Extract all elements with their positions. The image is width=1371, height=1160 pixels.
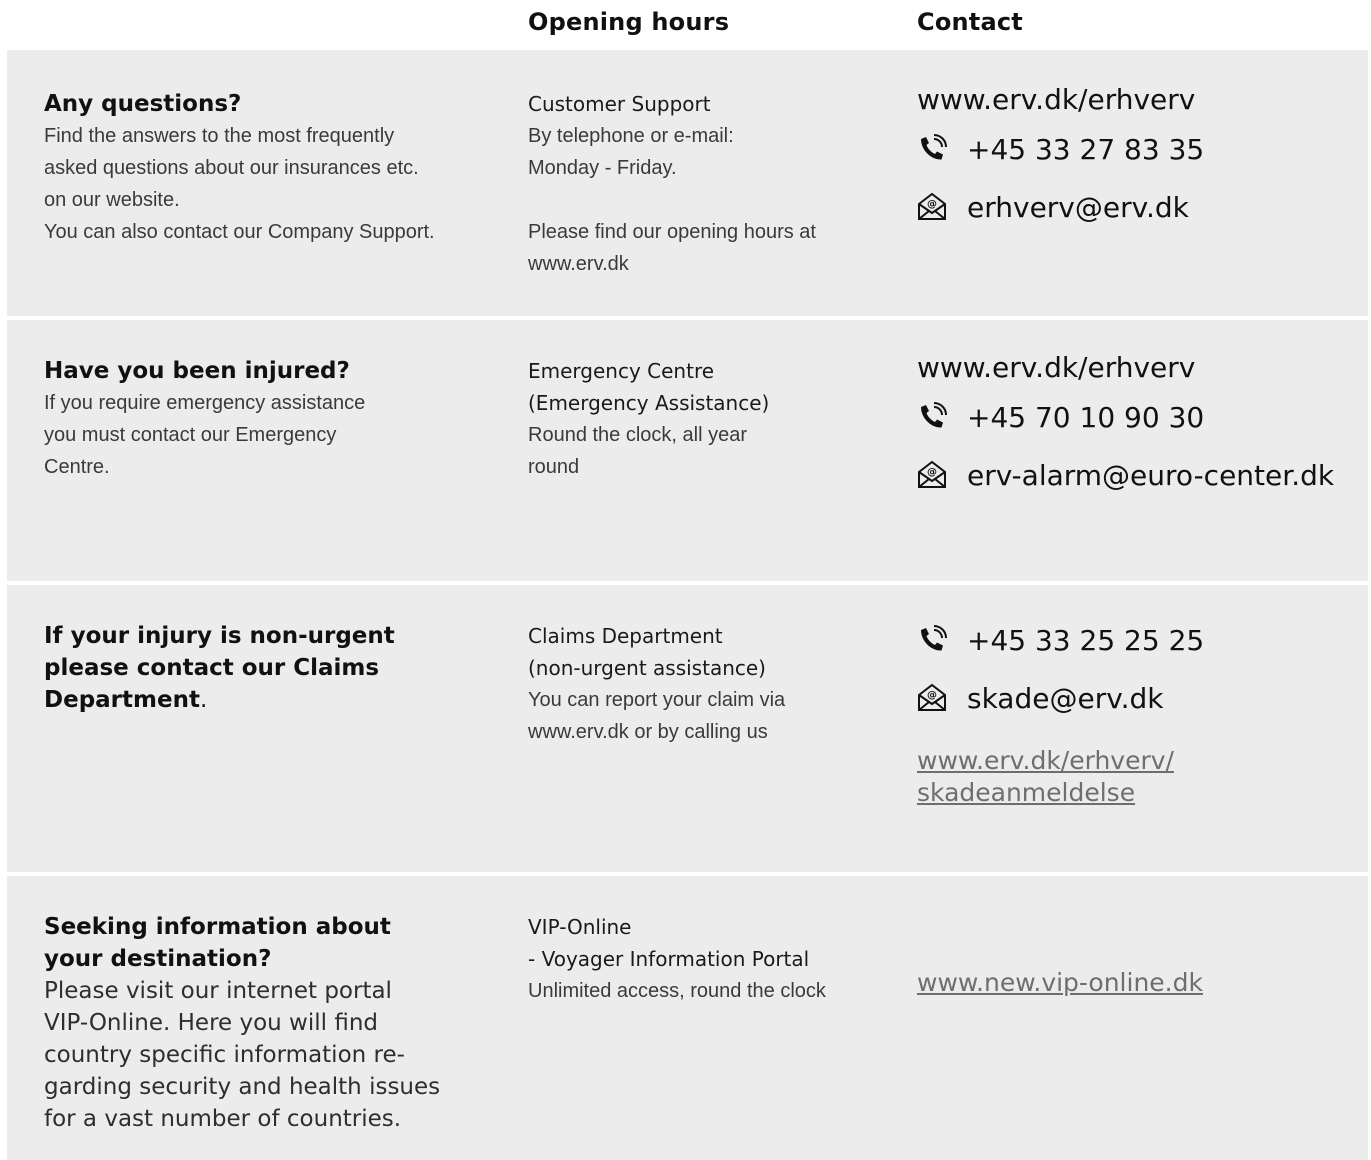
phone-row[interactable]: +45 70 10 90 30 bbox=[917, 388, 1367, 446]
hours-detail: Monday - Friday. bbox=[528, 157, 677, 179]
email-envelope-icon: @ bbox=[917, 460, 967, 490]
question-column: Seeking information about your destinati… bbox=[44, 911, 484, 1135]
description-line: Please visit our internet portal bbox=[44, 978, 392, 1004]
contact-column: +45 33 25 25 25 @ skade@erv.dk www.erv.d… bbox=[917, 611, 1367, 809]
email-address: skade@erv.dk bbox=[967, 681, 1164, 715]
website-text: www.erv.dk/erhverv bbox=[917, 83, 1196, 116]
hours-detail: Please find our opening hours at bbox=[528, 221, 816, 243]
contact-heading: Contact bbox=[917, 8, 1023, 36]
section-description: If you require emergency assistance you … bbox=[44, 387, 484, 483]
section-any-questions: Any questions? Find the answers to the m… bbox=[7, 50, 1368, 316]
svg-text:@: @ bbox=[927, 199, 937, 210]
question-column: If your injury is non-urgent please cont… bbox=[44, 620, 484, 716]
contact-column: www.new.vip-online.dk bbox=[917, 967, 1367, 999]
hours-detail: You can report your claim via bbox=[528, 689, 786, 711]
section-title: Seeking information about your destinati… bbox=[44, 911, 484, 975]
phone-icon bbox=[917, 402, 967, 432]
description-line: If you require emergency assistance bbox=[44, 392, 366, 414]
hours-detail: By telephone or e-mail: bbox=[528, 125, 734, 147]
section-title: If your injury is non-urgent please cont… bbox=[44, 620, 484, 716]
email-address: erv-alarm@euro-center.dk bbox=[967, 458, 1335, 492]
description-line: Centre. bbox=[44, 456, 110, 478]
description-line: for a vast number of countries. bbox=[44, 1106, 402, 1132]
phone-icon bbox=[917, 625, 967, 655]
department-name: (Emergency Assistance) bbox=[528, 391, 770, 415]
description-line: you must contact our Emergency bbox=[44, 424, 337, 446]
link-line: www.erv.dk/erhverv/ bbox=[917, 746, 1174, 775]
description-line: VIP-Online. Here you will find bbox=[44, 1010, 379, 1036]
contact-column: www.erv.dk/erhverv +45 70 10 90 30 @ erv… bbox=[917, 348, 1367, 504]
hours-detail: round bbox=[528, 456, 580, 478]
description-line: asked questions about our insurances etc… bbox=[44, 157, 419, 179]
email-row[interactable]: @ erhverv@erv.dk bbox=[917, 178, 1367, 236]
email-address: erhverv@erv.dk bbox=[967, 190, 1189, 224]
phone-row[interactable]: +45 33 25 25 25 bbox=[917, 611, 1367, 669]
section-destination-info: Seeking information about your destinati… bbox=[7, 876, 1368, 1160]
opening-hours-column: Claims Department (non-urgent assistance… bbox=[528, 620, 888, 748]
vip-online-link[interactable]: www.new.vip-online.dk bbox=[917, 967, 1367, 999]
opening-hours-heading: Opening hours bbox=[528, 8, 730, 36]
title-line: please contact our Claims bbox=[44, 655, 380, 681]
title-line: If your injury is non-urgent bbox=[44, 623, 395, 649]
opening-hours-column: Emergency Centre (Emergency Assistance) … bbox=[528, 355, 888, 483]
hours-detail: www.erv.dk bbox=[528, 253, 629, 275]
section-title: Have you been injured? bbox=[44, 358, 350, 384]
description-line: garding security and health issues bbox=[44, 1074, 441, 1100]
opening-hours-column: VIP-Online - Voyager Information Portal … bbox=[528, 911, 888, 1007]
section-non-urgent: If your injury is non-urgent please cont… bbox=[7, 585, 1368, 872]
description-line: country specific information re- bbox=[44, 1042, 405, 1068]
website-text: www.erv.dk/erhverv bbox=[917, 351, 1196, 384]
table-header: Opening hours Contact bbox=[0, 8, 1371, 48]
title-suffix: . bbox=[199, 687, 208, 713]
title-line: Department bbox=[44, 687, 200, 713]
svg-text:@: @ bbox=[927, 467, 937, 478]
phone-row[interactable]: +45 33 27 83 35 bbox=[917, 120, 1367, 178]
department-name: Customer Support bbox=[528, 92, 711, 116]
email-row[interactable]: @ skade@erv.dk bbox=[917, 669, 1367, 727]
claim-report-link[interactable]: www.erv.dk/erhverv/ skadeanmeldelse bbox=[917, 745, 1367, 809]
department-name: Claims Department bbox=[528, 624, 723, 648]
phone-number: +45 33 25 25 25 bbox=[967, 623, 1205, 657]
link-line: skadeanmeldelse bbox=[917, 778, 1136, 807]
description-line: You can also contact our Company Support… bbox=[44, 221, 435, 243]
section-description: Find the answers to the most frequently … bbox=[44, 120, 484, 248]
contact-column: www.erv.dk/erhverv +45 33 27 83 35 @ erh… bbox=[917, 80, 1367, 236]
section-title: Any questions? bbox=[44, 91, 242, 117]
title-line: Seeking information about bbox=[44, 914, 391, 940]
opening-hours-column: Customer Support By telephone or e-mail:… bbox=[528, 88, 888, 280]
department-name: VIP-Online bbox=[528, 915, 632, 939]
question-column: Any questions? Find the answers to the m… bbox=[44, 88, 484, 248]
email-row[interactable]: @ erv-alarm@euro-center.dk bbox=[917, 446, 1367, 504]
question-column: Have you been injured? If you require em… bbox=[44, 355, 484, 483]
phone-number: +45 33 27 83 35 bbox=[967, 132, 1205, 166]
department-name: Emergency Centre bbox=[528, 359, 715, 383]
svg-text:@: @ bbox=[927, 690, 937, 701]
phone-number: +45 70 10 90 30 bbox=[967, 400, 1205, 434]
phone-icon bbox=[917, 134, 967, 164]
email-envelope-icon: @ bbox=[917, 683, 967, 713]
email-envelope-icon: @ bbox=[917, 192, 967, 222]
department-name: (non-urgent assistance) bbox=[528, 656, 766, 680]
hours-detail: www.erv.dk or by calling us bbox=[528, 721, 768, 743]
description-line: Find the answers to the most frequently bbox=[44, 125, 395, 147]
section-description: Please visit our internet portal VIP-Onl… bbox=[44, 975, 484, 1135]
title-line: your destination? bbox=[44, 946, 272, 972]
hours-detail: Unlimited access, round the clock bbox=[528, 980, 826, 1002]
section-injured: Have you been injured? If you require em… bbox=[7, 320, 1368, 581]
hours-detail: Round the clock, all year bbox=[528, 424, 748, 446]
department-name: - Voyager Information Portal bbox=[528, 947, 810, 971]
description-line: on our website. bbox=[44, 189, 180, 211]
